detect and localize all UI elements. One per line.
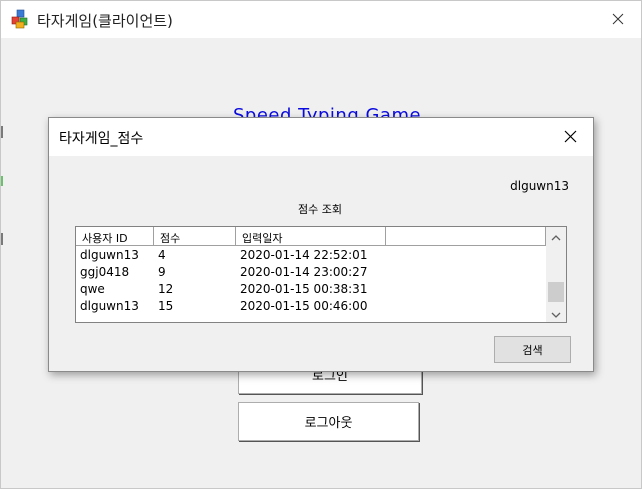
edge-mark xyxy=(1,126,3,138)
cell-date: 2020-01-14 23:00:27 xyxy=(240,264,368,279)
cell-date: 2020-01-15 00:46:00 xyxy=(240,298,368,313)
cell-user-id: dlguwn13 xyxy=(80,298,139,313)
dialog-titlebar: 타자게임_점수 xyxy=(49,118,593,156)
list-header: 사용자 ID 점수 입력일자 xyxy=(76,227,546,246)
search-button-label: 검색 xyxy=(522,343,543,357)
column-header-date[interactable]: 입력일자 xyxy=(236,227,386,246)
logout-button[interactable]: 로그아웃 xyxy=(238,402,419,441)
list-row[interactable]: dlguwn13 4 2020-01-14 22:52:01 xyxy=(76,246,546,263)
edge-mark xyxy=(1,233,3,245)
window-title: 타자게임(클라이언트) xyxy=(37,12,173,30)
section-label: 점수 조회 xyxy=(298,203,342,216)
close-icon xyxy=(612,10,624,29)
main-close-button[interactable] xyxy=(595,1,641,37)
username-label: dlguwn13 xyxy=(510,179,569,193)
edge-mark xyxy=(1,176,3,186)
list-row[interactable]: dlguwn13 15 2020-01-15 00:46:00 xyxy=(76,297,546,314)
cell-score: 12 xyxy=(158,281,174,296)
app-icon xyxy=(11,9,31,29)
cell-user-id: dlguwn13 xyxy=(80,247,139,262)
list-body: dlguwn13 4 2020-01-14 22:52:01 ggj0418 9… xyxy=(76,246,546,314)
cell-score: 9 xyxy=(158,264,166,279)
list-row[interactable]: ggj0418 9 2020-01-14 23:00:27 xyxy=(76,263,546,280)
logout-button-label: 로그아웃 xyxy=(304,416,353,431)
cell-score: 15 xyxy=(158,298,174,313)
cell-user-id: qwe xyxy=(80,281,105,296)
close-icon xyxy=(564,128,577,147)
column-header-user-id[interactable]: 사용자 ID xyxy=(76,227,154,246)
dialog-title: 타자게임_점수 xyxy=(59,131,144,147)
scroll-thumb[interactable] xyxy=(548,282,564,302)
cell-score: 4 xyxy=(158,247,166,262)
vertical-scrollbar[interactable] xyxy=(546,227,566,322)
column-header-extra[interactable] xyxy=(386,227,546,246)
chevron-down-icon xyxy=(551,304,561,323)
main-titlebar: 타자게임(클라이언트) xyxy=(1,1,641,38)
cell-date: 2020-01-15 00:38:31 xyxy=(240,281,368,296)
score-list[interactable]: 사용자 ID 점수 입력일자 dlguwn13 4 2020-01-14 22:… xyxy=(75,226,567,323)
column-header-score[interactable]: 점수 xyxy=(154,227,236,246)
list-row[interactable]: qwe 12 2020-01-15 00:38:31 xyxy=(76,280,546,297)
chevron-up-icon xyxy=(551,226,561,245)
cell-date: 2020-01-14 22:52:01 xyxy=(240,247,368,262)
search-button[interactable]: 검색 xyxy=(494,336,571,363)
cell-user-id: ggj0418 xyxy=(80,264,130,279)
scroll-down-button[interactable] xyxy=(546,305,566,322)
dialog-close-button[interactable] xyxy=(547,118,593,156)
scroll-up-button[interactable] xyxy=(546,227,566,244)
score-dialog: 타자게임_점수 dlguwn13 점수 조회 사용자 ID 점수 입력일자 dl… xyxy=(48,117,594,372)
